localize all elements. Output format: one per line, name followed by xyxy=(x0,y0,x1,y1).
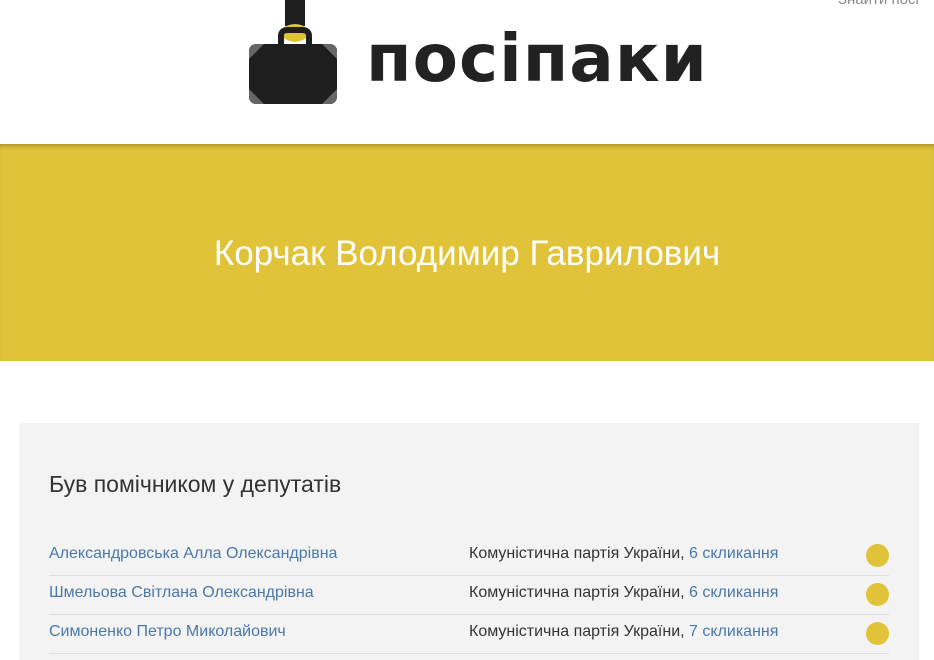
brand-name[interactable]: посіпаки xyxy=(366,26,708,92)
deputy-link[interactable]: Шмельова Світлана Олександрівна xyxy=(49,584,314,602)
status-dot-icon xyxy=(866,622,889,645)
header: Знайти посі посіпаки xyxy=(0,0,934,144)
list-item: Александровська Алла Олександрівна Комун… xyxy=(49,536,889,576)
status-dot-icon xyxy=(866,583,889,606)
party-name: Комуністична партія України, xyxy=(469,623,685,640)
search-link[interactable]: Знайти посі xyxy=(838,0,934,8)
party-info: Комуністична партія України, 7 скликання xyxy=(469,623,778,641)
deputy-link[interactable]: Александровська Алла Олександрівна xyxy=(49,545,337,563)
status-dot-icon xyxy=(866,544,889,567)
list-item: Симоненко Петро Миколайович Комуністична… xyxy=(49,614,889,654)
deputy-link[interactable]: Симоненко Петро Миколайович xyxy=(49,623,286,641)
party-info: Комуністична партія України, 6 скликання xyxy=(469,545,778,563)
convocation-link[interactable]: 6 скликання xyxy=(689,545,778,562)
party-info: Комуністична партія України, 6 скликання xyxy=(469,584,778,602)
list-item: Шмельова Світлана Олександрівна Комуніст… xyxy=(49,575,889,615)
convocation-link[interactable]: 7 скликання xyxy=(689,623,778,640)
party-name: Комуністична партія України, xyxy=(469,545,685,562)
page: Знайти посі посіпаки Корчак Володимир Га… xyxy=(0,0,934,660)
party-name: Комуністична партія України, xyxy=(469,584,685,601)
convocation-link[interactable]: 6 скликання xyxy=(689,584,778,601)
page-title: Корчак Володимир Гаврилович xyxy=(213,234,721,273)
section-title: Був помічником у депутатів xyxy=(49,471,342,497)
